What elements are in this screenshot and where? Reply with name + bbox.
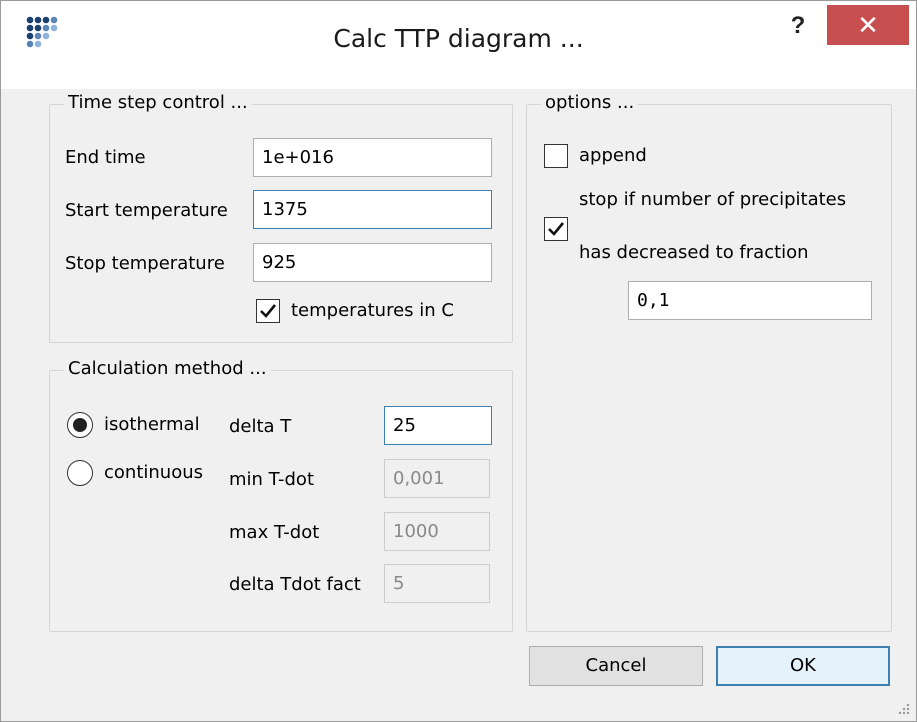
continuous-radio[interactable]: [67, 460, 93, 486]
start-temperature-input[interactable]: 1375: [253, 190, 492, 229]
temperatures-in-c-checkbox[interactable]: [256, 299, 280, 323]
min-tdot-input[interactable]: 0,001: [384, 459, 490, 498]
delta-t-label: delta T: [229, 416, 292, 437]
isothermal-label: isothermal: [104, 414, 200, 435]
continuous-label: continuous: [104, 462, 203, 483]
checkmark-icon: [260, 304, 277, 318]
time-step-group-title: Time step control ...: [64, 92, 252, 113]
delta-t-input[interactable]: 25: [384, 406, 492, 445]
help-button[interactable]: ?: [778, 7, 818, 45]
close-icon: ✕: [857, 10, 879, 40]
resize-grip-icon[interactable]: [896, 701, 910, 715]
options-group-title: options ...: [541, 92, 639, 113]
stop-condition-label-line1: stop if number of precipitates: [579, 189, 847, 210]
help-icon: ?: [790, 12, 806, 39]
delta-tdot-fact-label: delta Tdot fact: [229, 574, 361, 595]
ok-button[interactable]: OK: [716, 646, 890, 686]
cancel-button[interactable]: Cancel: [529, 646, 703, 686]
stop-temperature-input[interactable]: 925: [253, 243, 492, 282]
stop-temperature-label: Stop temperature: [65, 253, 225, 274]
max-tdot-label: max T-dot: [229, 522, 320, 543]
calc-method-group-title: Calculation method ...: [64, 358, 271, 379]
temperatures-in-c-label: temperatures in C: [291, 300, 454, 321]
delta-tdot-fact-input[interactable]: 5: [384, 564, 490, 603]
min-tdot-label: min T-dot: [229, 469, 314, 490]
end-time-label: End time: [65, 147, 146, 168]
checkmark-icon: [548, 222, 565, 236]
end-time-input[interactable]: 1e+016: [253, 138, 492, 177]
dialog-window: Calc TTP diagram ... ? ✕ Time step contr…: [0, 0, 917, 722]
title-bar[interactable]: Calc TTP diagram ... ? ✕: [1, 1, 916, 89]
stop-condition-label-line2: has decreased to fraction: [579, 242, 809, 263]
max-tdot-input[interactable]: 1000: [384, 512, 490, 551]
fraction-input[interactable]: 0,1: [628, 281, 872, 320]
append-checkbox[interactable]: [544, 144, 568, 168]
append-label: append: [579, 145, 647, 166]
close-button[interactable]: ✕: [827, 5, 909, 45]
radio-selected-dot: [73, 418, 87, 432]
isothermal-radio[interactable]: [67, 412, 93, 438]
options-group: options ...: [526, 92, 892, 632]
start-temperature-label: Start temperature: [65, 200, 228, 221]
stop-condition-checkbox[interactable]: [544, 217, 568, 241]
